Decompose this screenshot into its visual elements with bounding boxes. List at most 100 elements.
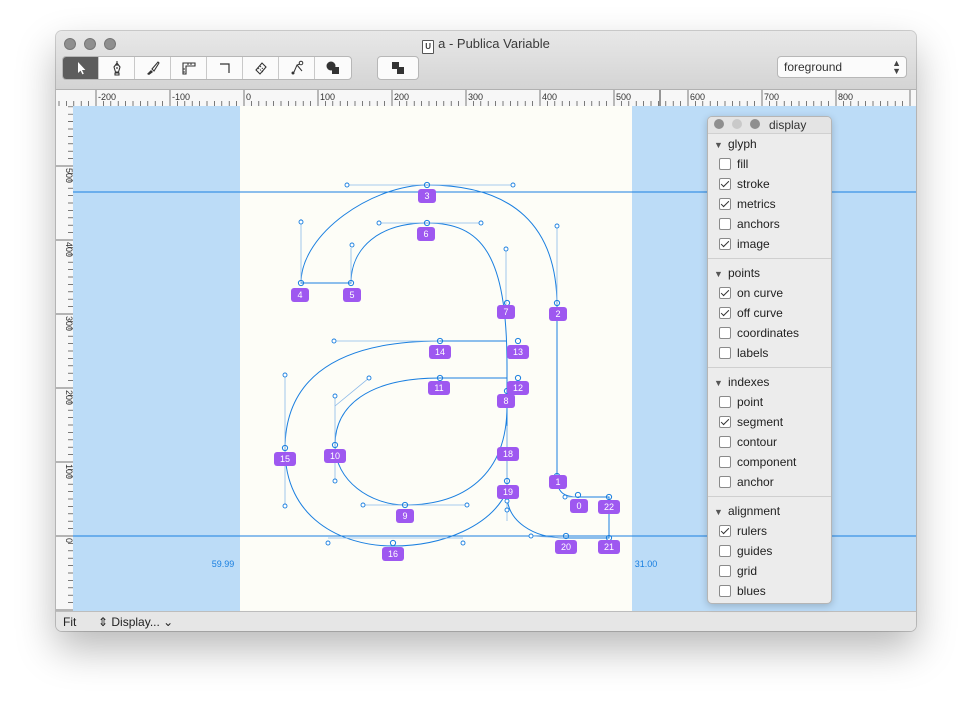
option-rulers[interactable]: rulers	[708, 521, 831, 541]
option-grid[interactable]: grid	[708, 561, 831, 581]
checkbox[interactable]	[719, 476, 731, 488]
off-curve-point[interactable]	[376, 220, 382, 226]
checkbox[interactable]	[719, 347, 731, 359]
off-curve-point[interactable]	[554, 223, 560, 229]
layers-toggle-button[interactable]	[377, 56, 419, 80]
off-curve-point[interactable]	[503, 246, 509, 252]
off-curve-point[interactable]	[504, 498, 510, 504]
option-component[interactable]: component	[708, 452, 831, 472]
option-guides[interactable]: guides	[708, 541, 831, 561]
option-labels[interactable]: labels	[708, 343, 831, 363]
off-curve-point[interactable]	[460, 540, 466, 546]
disclosure-triangle-icon[interactable]: ▼	[714, 373, 724, 393]
pen-nib-icon	[112, 61, 121, 76]
off-curve-point[interactable]	[504, 507, 510, 513]
checkbox[interactable]	[719, 436, 731, 448]
display-panel: display ▼ glyph fill stroke metrics anchors im…	[707, 116, 832, 604]
disclosure-triangle-icon[interactable]: ▼	[714, 502, 724, 522]
option-label: anchor	[737, 475, 774, 489]
off-curve-point[interactable]	[528, 533, 534, 539]
section-indexes[interactable]: ▼ indexes	[708, 372, 831, 392]
checkbox[interactable]	[719, 307, 731, 319]
option-metrics[interactable]: metrics	[708, 194, 831, 214]
checkbox[interactable]	[719, 238, 731, 250]
off-curve-point[interactable]	[464, 502, 470, 508]
pen-tool-button[interactable]	[99, 57, 135, 79]
panel-close-button[interactable]	[714, 119, 724, 129]
off-curve-point[interactable]	[366, 375, 372, 381]
checkbox[interactable]	[719, 565, 731, 577]
off-curve-point[interactable]	[360, 502, 366, 508]
option-fill[interactable]: fill	[708, 154, 831, 174]
off-curve-point[interactable]	[332, 393, 338, 399]
option-coordinates[interactable]: coordinates	[708, 323, 831, 343]
off-curve-point[interactable]	[282, 372, 288, 378]
shapes-tool-button[interactable]	[315, 57, 351, 79]
section-points[interactable]: ▼ points	[708, 263, 831, 283]
option-anchors[interactable]: anchors	[708, 214, 831, 234]
option-family-blues[interactable]: family blues	[708, 601, 831, 603]
option-segment[interactable]: segment	[708, 412, 831, 432]
segment-label-text: 20	[561, 542, 571, 552]
horizontal-ruler: -200 -100 0 100 200 300 400 500 600 700 800	[56, 90, 916, 107]
checkbox[interactable]	[719, 396, 731, 408]
panel-zoom-button[interactable]	[750, 119, 760, 129]
checkbox[interactable]	[719, 218, 731, 230]
status-bar: Fit ⇕ Display... ⌄	[56, 611, 916, 631]
pointer-tool-button[interactable]	[63, 57, 99, 79]
ruler-tool-button[interactable]	[171, 57, 207, 79]
layers-icon	[392, 62, 404, 74]
option-on-curve[interactable]: on curve	[708, 283, 831, 303]
bezier-tool-button[interactable]	[279, 57, 315, 79]
display-menu-button[interactable]: ⇕ Display... ⌄	[98, 615, 173, 629]
option-label: component	[737, 455, 797, 469]
off-curve-point[interactable]	[331, 338, 337, 344]
checkbox[interactable]	[719, 525, 731, 537]
eraser-tool-button[interactable]	[243, 57, 279, 79]
display-panel-body: ▼ glyph fill stroke metrics anchors image ▼ poin…	[708, 134, 831, 603]
off-curve-point[interactable]	[478, 220, 484, 226]
option-contour[interactable]: contour	[708, 432, 831, 452]
option-stroke[interactable]: stroke	[708, 174, 831, 194]
panel-minimize-button[interactable]	[732, 119, 742, 129]
off-curve-point[interactable]	[349, 242, 355, 248]
checkbox[interactable]	[719, 178, 731, 190]
section-glyph[interactable]: ▼ glyph	[708, 134, 831, 154]
section-alignment[interactable]: ▼ alignment	[708, 501, 831, 521]
corner-tool-button[interactable]	[207, 57, 243, 79]
knife-tool-button[interactable]	[135, 57, 171, 79]
checkbox[interactable]	[719, 585, 731, 597]
option-point[interactable]: point	[708, 392, 831, 412]
disclosure-triangle-icon[interactable]: ▼	[714, 264, 724, 284]
option-label: segment	[737, 415, 784, 429]
checkbox[interactable]	[719, 456, 731, 468]
option-label: coordinates	[737, 326, 800, 340]
segment-label-text: 13	[513, 347, 523, 357]
option-image[interactable]: image	[708, 234, 831, 254]
fit-button[interactable]: Fit	[63, 615, 76, 629]
window-title: Ua - Publica Variable	[56, 36, 916, 54]
eraser-icon	[254, 62, 267, 75]
option-anchor[interactable]: anchor	[708, 472, 831, 492]
checkbox[interactable]	[719, 198, 731, 210]
off-curve-point[interactable]	[332, 478, 338, 484]
layer-select[interactable]: foreground ▲ ▼	[777, 56, 907, 78]
checkbox[interactable]	[719, 158, 731, 170]
segment-label-text: 2	[555, 309, 560, 319]
off-curve-point[interactable]	[344, 182, 350, 188]
right-margin-label: 31.00	[635, 559, 658, 569]
option-off-curve[interactable]: off curve	[708, 303, 831, 323]
off-curve-point[interactable]	[510, 182, 516, 188]
checkbox[interactable]	[719, 287, 731, 299]
off-curve-point[interactable]	[282, 503, 288, 509]
checkbox[interactable]	[719, 327, 731, 339]
off-curve-point[interactable]	[298, 219, 304, 225]
off-curve-point[interactable]	[562, 494, 568, 500]
ruler-label: 400	[64, 242, 73, 257]
checkbox[interactable]	[719, 545, 731, 557]
off-curve-point[interactable]	[325, 540, 331, 546]
disclosure-triangle-icon[interactable]: ▼	[714, 135, 724, 155]
option-blues[interactable]: blues	[708, 581, 831, 601]
arrow-cursor-icon	[77, 62, 85, 75]
checkbox[interactable]	[719, 416, 731, 428]
